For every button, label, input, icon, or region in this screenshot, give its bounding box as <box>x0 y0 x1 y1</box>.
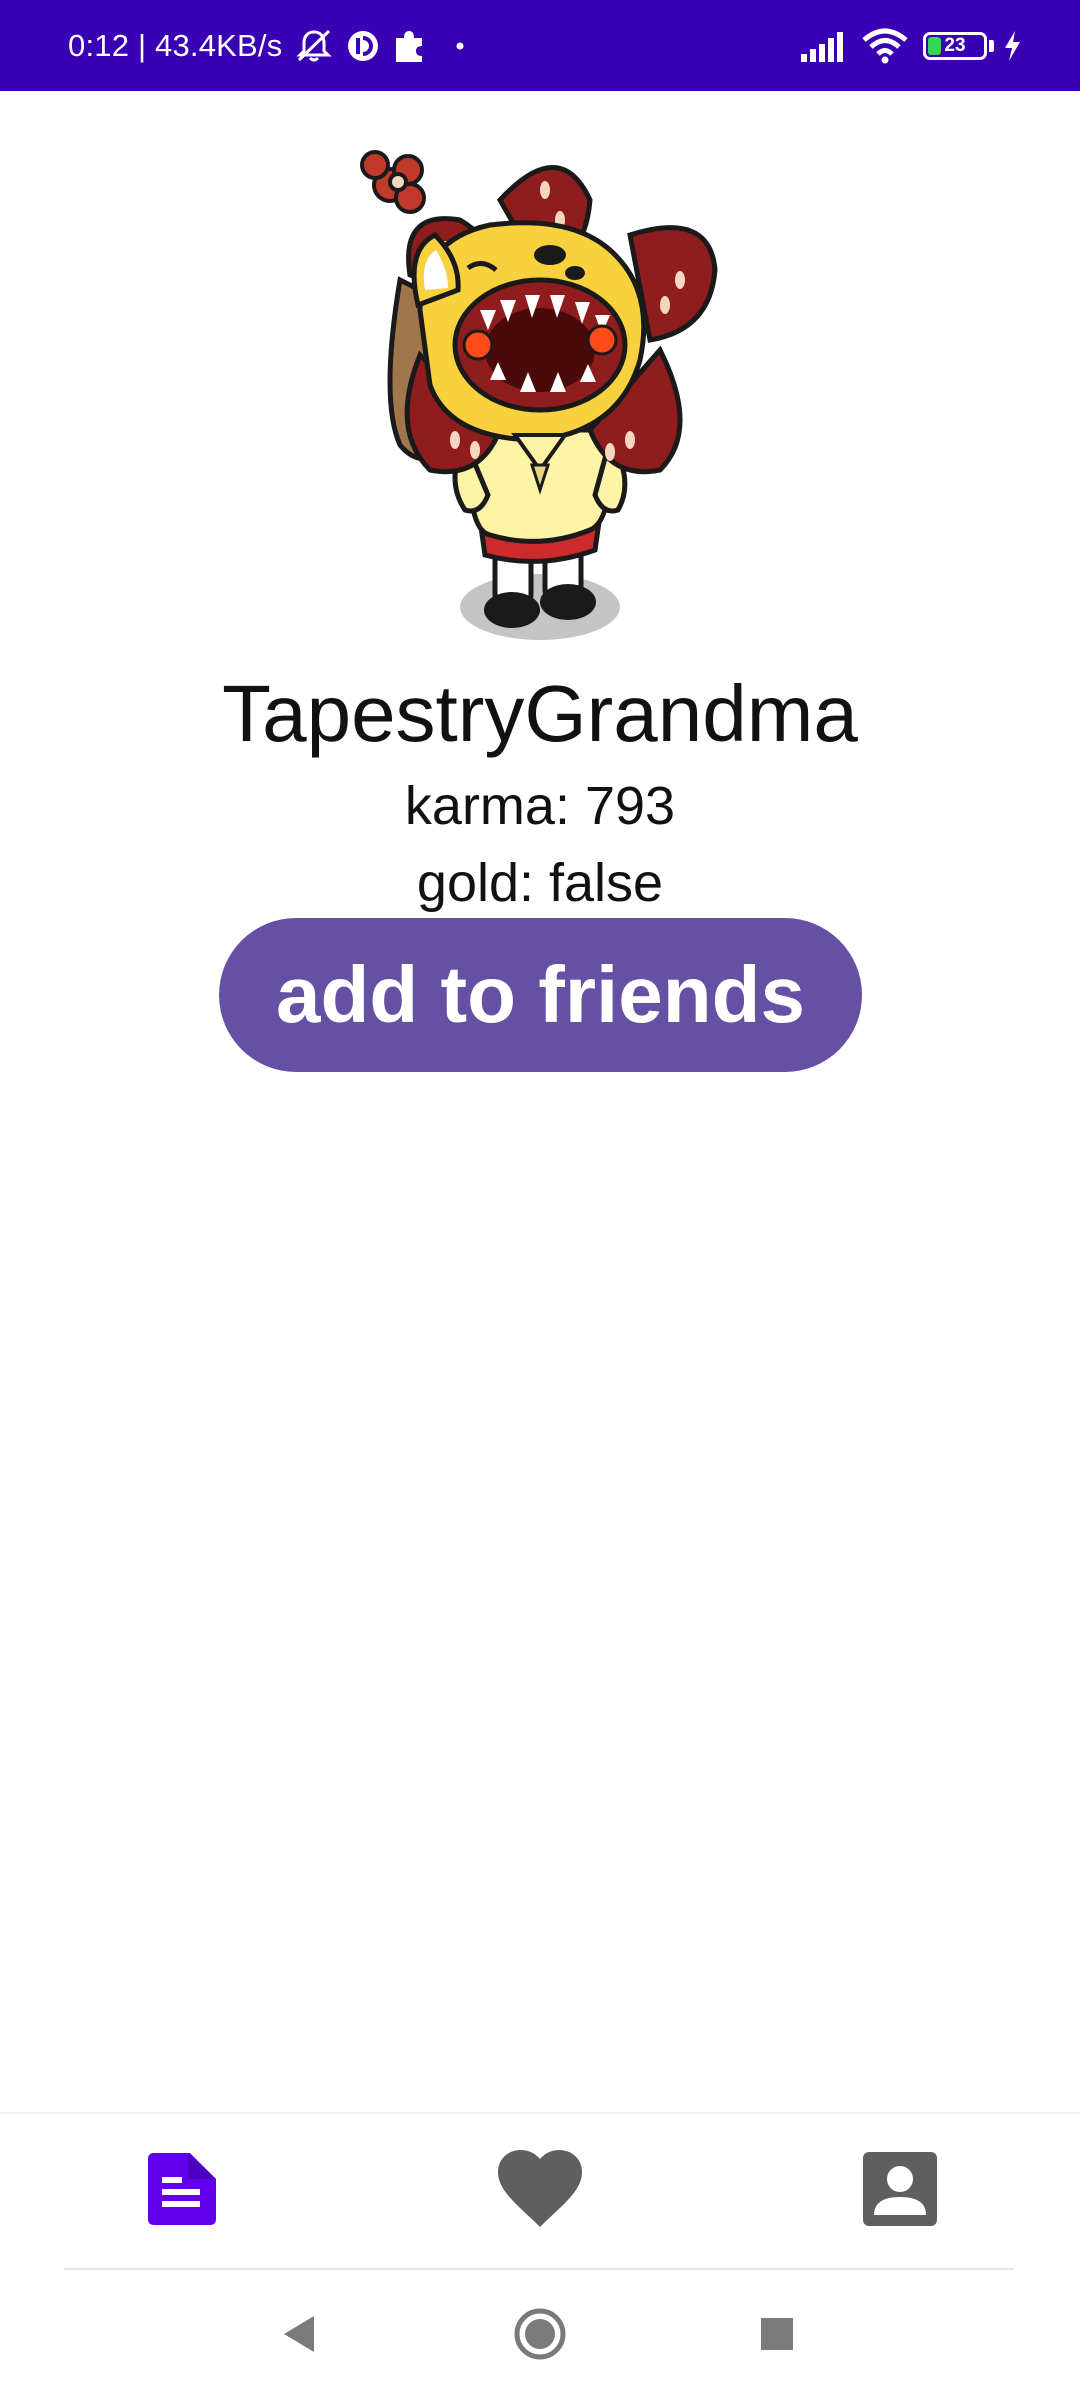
system-back-button[interactable] <box>240 2272 360 2400</box>
battery-icon: 23 <box>923 31 994 60</box>
system-recents-button[interactable] <box>717 2272 837 2400</box>
system-home-button[interactable] <box>480 2272 600 2400</box>
charging-icon <box>1002 30 1022 62</box>
nav-profile[interactable] <box>800 2114 1000 2268</box>
gold-label: gold: false <box>416 853 664 913</box>
alarm-off-icon <box>294 28 334 64</box>
nav-divider <box>64 2268 1014 2270</box>
app-notification-icon <box>346 29 380 63</box>
avatar <box>360 140 740 660</box>
nav-favorites[interactable] <box>440 2114 640 2268</box>
karma-label: karma: 793 <box>404 776 676 836</box>
profile-icon <box>862 2151 938 2232</box>
status-bar: 0:12 | 43.4KB/s 23 <box>0 0 1080 91</box>
status-right: 23 <box>785 0 1022 91</box>
wifi-icon <box>861 28 909 64</box>
puzzle-icon <box>392 28 426 64</box>
add-to-friends-button[interactable]: add to friends <box>219 918 862 1072</box>
bottom-nav <box>0 2112 1080 2268</box>
battery-level: 23 <box>944 34 966 56</box>
recents-icon <box>759 2316 795 2357</box>
posts-icon <box>142 2151 218 2232</box>
system-nav-bar <box>0 2272 1080 2400</box>
dot-icon <box>456 42 464 50</box>
back-icon <box>280 2314 320 2359</box>
status-left: 0:12 | 43.4KB/s <box>68 0 464 91</box>
heart-icon <box>496 2149 584 2234</box>
nav-posts[interactable] <box>80 2114 280 2268</box>
home-icon <box>513 2307 567 2366</box>
status-time-speed: 0:12 | 43.4KB/s <box>68 27 283 63</box>
signal-icon <box>799 30 847 62</box>
username: TapestryGrandma <box>222 669 858 758</box>
